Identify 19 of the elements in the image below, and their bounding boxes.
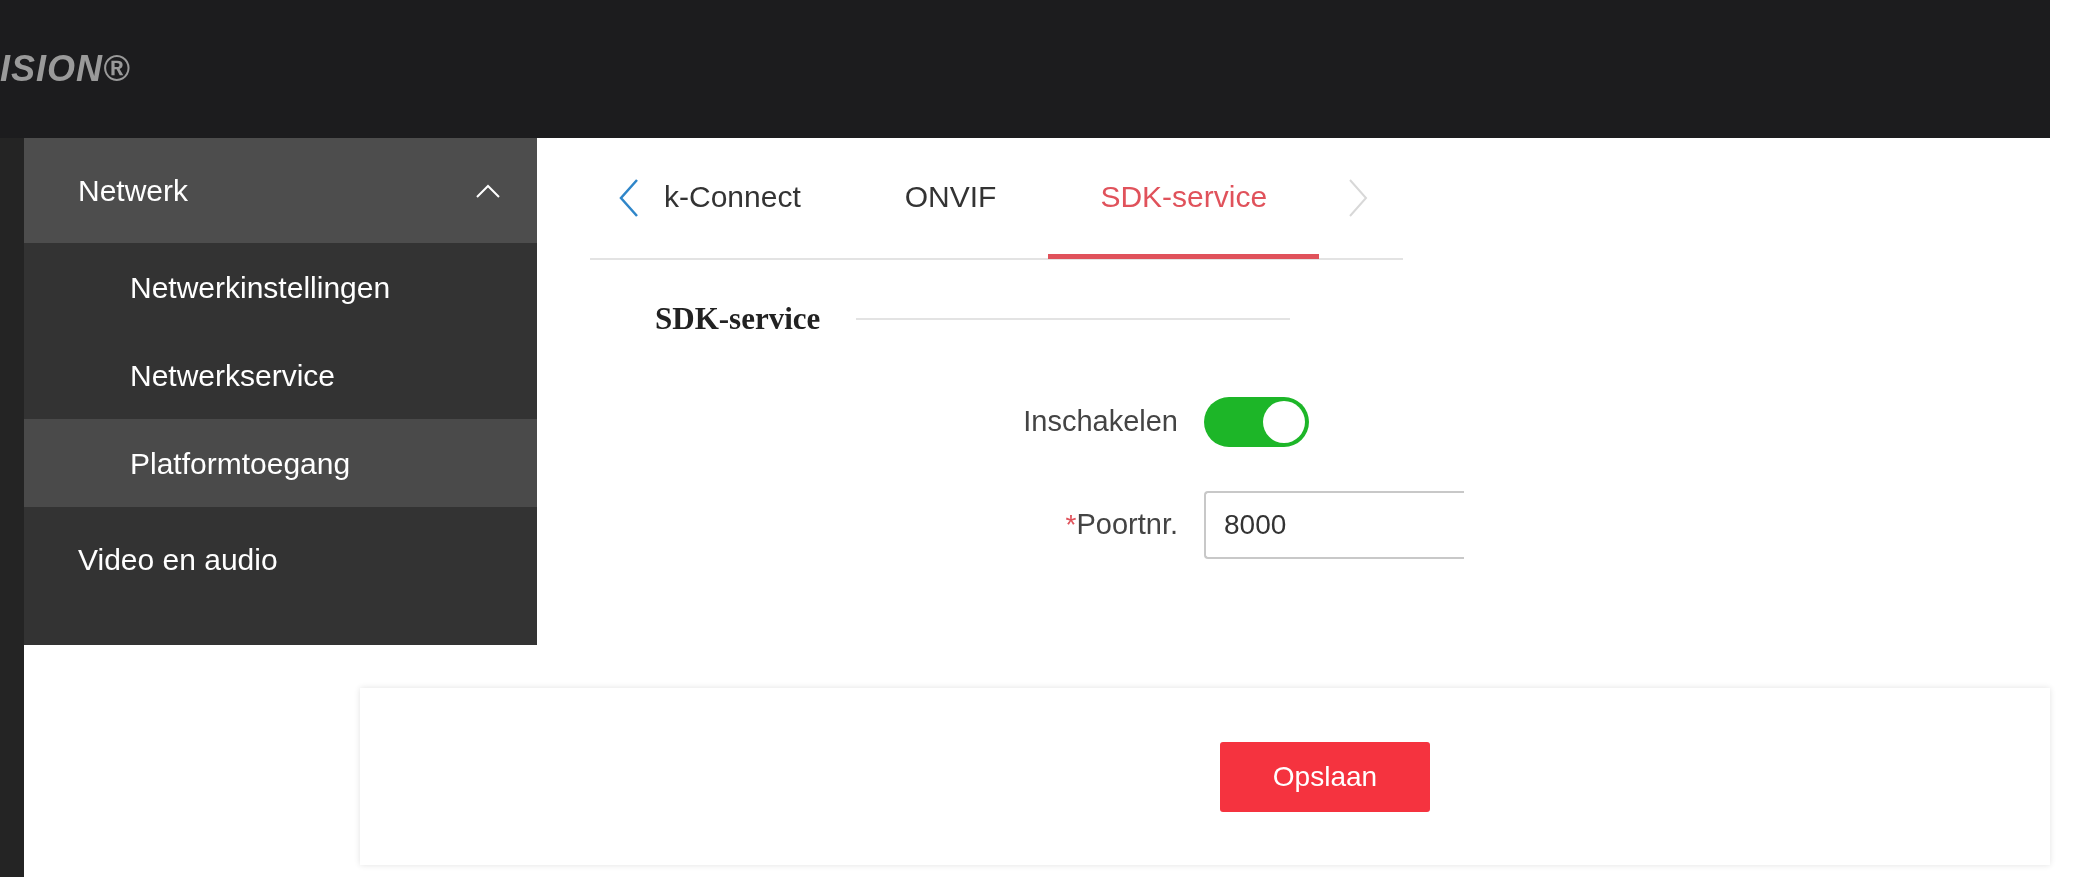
menu-item[interactable]: Video en audio	[24, 507, 537, 612]
submenu-item[interactable]: Netwerkinstellingen	[24, 243, 537, 331]
submenu-item[interactable]: Netwerkservice	[24, 331, 537, 419]
toggle-switch[interactable]	[1204, 396, 1309, 447]
menu-item[interactable]: Netwerk	[24, 138, 537, 243]
save-button[interactable]: Opslaan	[1220, 741, 1430, 812]
input-field[interactable]: 8000	[1204, 490, 1464, 559]
section-title: SDK-service	[655, 300, 821, 338]
required-asterisk: *	[1065, 508, 1077, 540]
submenu-item[interactable]: Platformtoegang	[24, 419, 537, 507]
tab[interactable]: k-Connect	[640, 139, 853, 259]
logo: ISION®	[0, 47, 131, 91]
chevron-left-icon[interactable]	[618, 178, 640, 218]
tab[interactable]: SDK-service	[1048, 139, 1320, 259]
field-label: Inschakelen	[1023, 404, 1178, 437]
field-label: Poortnr.	[1076, 507, 1178, 540]
tab[interactable]: ONVIF	[852, 139, 1049, 259]
chevron-up-icon	[475, 182, 501, 199]
chevron-right-icon[interactable]	[1347, 178, 1370, 218]
